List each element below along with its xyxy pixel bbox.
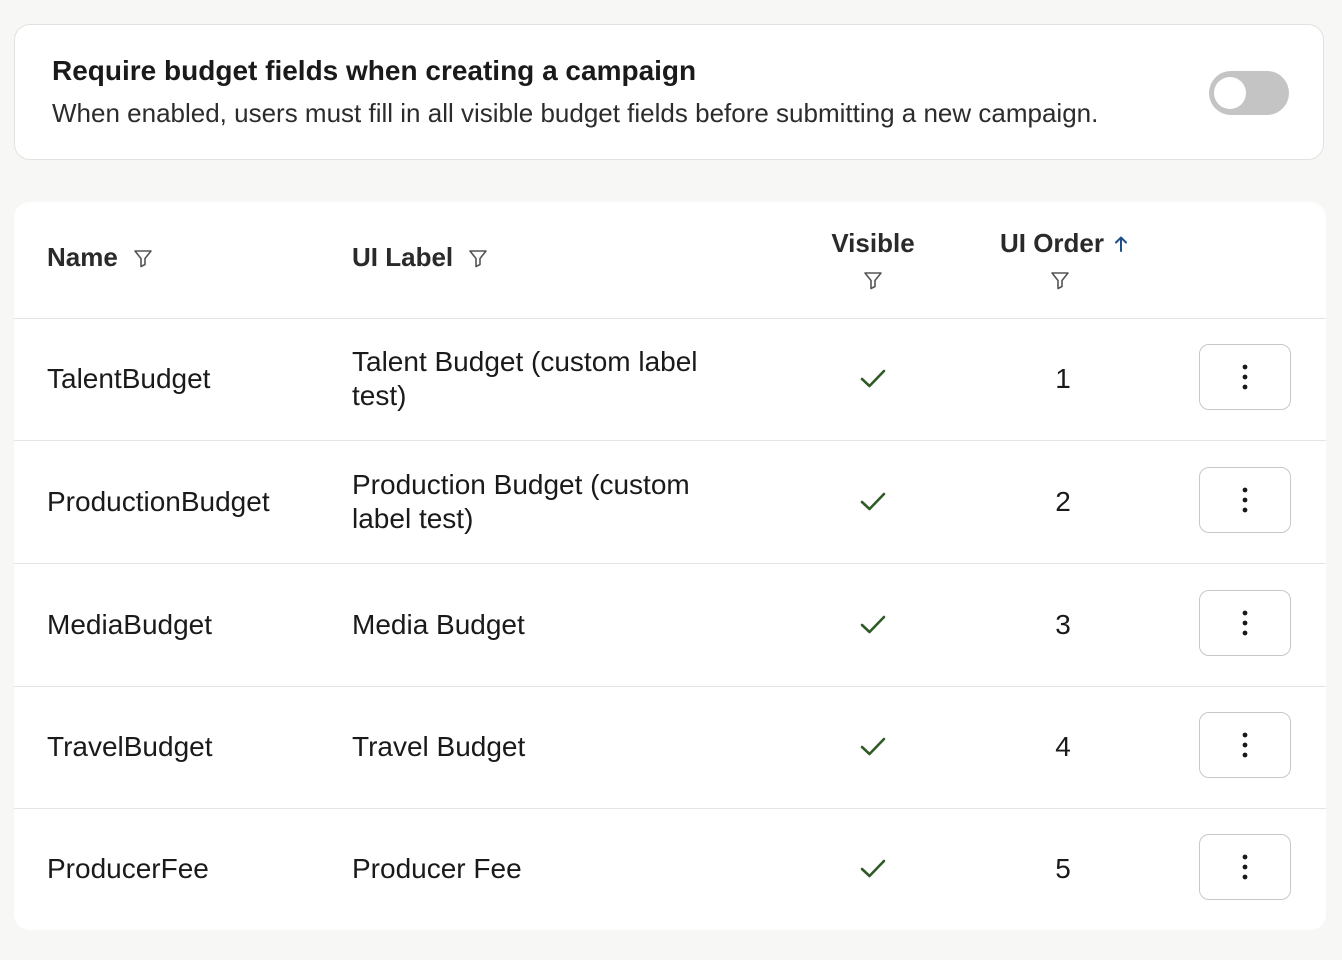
check-icon — [860, 737, 886, 756]
setting-title: Require budget fields when creating a ca… — [52, 55, 697, 86]
column-header-name-label: Name — [47, 242, 118, 272]
row-actions-button[interactable] — [1199, 344, 1291, 410]
more-vertical-icon — [1242, 732, 1248, 758]
field-ui-label: Talent Budget (custom label test) — [352, 346, 698, 411]
more-vertical-icon — [1242, 854, 1248, 880]
row-actions-button[interactable] — [1199, 834, 1291, 900]
filter-icon[interactable] — [467, 247, 489, 269]
field-ui-order: 2 — [1055, 486, 1071, 517]
filter-icon[interactable] — [862, 269, 884, 291]
field-ui-order: 5 — [1055, 853, 1071, 884]
column-header-name[interactable]: Name — [47, 242, 154, 273]
require-budget-setting-card: Require budget fields when creating a ca… — [14, 24, 1324, 160]
field-name: TravelBudget — [47, 731, 213, 762]
arrow-up-icon[interactable] — [1112, 234, 1130, 254]
setting-description: When enabled, users must fill in all vis… — [52, 98, 1099, 128]
column-header-visible-label: Visible — [831, 228, 915, 258]
check-icon — [860, 492, 886, 511]
require-budget-toggle[interactable] — [1209, 71, 1289, 115]
table-row: TalentBudget Talent Budget (custom label… — [14, 318, 1326, 441]
table-row: ProducerFee Producer Fee 5 — [14, 808, 1326, 930]
column-header-ui-order-title: UI Order — [1000, 228, 1130, 259]
column-header-ui-order-label: UI Order — [999, 228, 1105, 258]
field-name: MediaBudget — [47, 609, 213, 640]
column-header-visible[interactable]: Visible — [830, 228, 916, 291]
visible-cell — [856, 564, 890, 686]
budget-fields-table: Name UI Label Visible UI Order TalentBud… — [14, 202, 1326, 930]
field-ui-order: 1 — [1055, 363, 1071, 394]
more-vertical-icon — [1242, 364, 1248, 390]
visible-cell — [856, 686, 890, 808]
field-name: ProducerFee — [47, 853, 209, 884]
table-header: Name UI Label Visible UI Order — [14, 202, 1326, 319]
field-ui-order: 4 — [1055, 731, 1071, 762]
column-header-ui-label-label: UI Label — [352, 242, 454, 272]
filter-icon[interactable] — [132, 247, 154, 269]
row-actions-button[interactable] — [1199, 712, 1291, 778]
column-header-ui-label[interactable]: UI Label — [352, 242, 489, 273]
field-name: TalentBudget — [47, 363, 211, 394]
field-ui-label: Media Budget — [352, 609, 525, 640]
check-icon — [860, 369, 886, 388]
table-row: MediaBudget Media Budget 3 — [14, 564, 1326, 687]
visible-cell — [856, 808, 890, 930]
field-ui-order: 3 — [1055, 609, 1071, 640]
more-vertical-icon — [1242, 487, 1248, 513]
check-icon — [860, 859, 886, 878]
toggle-knob — [1214, 77, 1246, 109]
check-icon — [860, 615, 886, 634]
more-vertical-icon — [1242, 610, 1248, 636]
field-ui-label: Producer Fee — [352, 853, 522, 884]
field-ui-label: Travel Budget — [352, 731, 526, 762]
field-ui-label: Production Budget (custom label test) — [352, 469, 690, 534]
table-row: ProductionBudget Production Budget (cust… — [14, 441, 1326, 564]
row-actions-button[interactable] — [1199, 467, 1291, 533]
table-row: TravelBudget Travel Budget 4 — [14, 686, 1326, 809]
field-name: ProductionBudget — [47, 486, 270, 517]
visible-cell — [856, 441, 890, 563]
column-header-ui-order[interactable]: UI Order — [995, 228, 1135, 291]
filter-icon[interactable] — [1049, 269, 1071, 291]
visible-cell — [856, 318, 890, 440]
row-actions-button[interactable] — [1199, 590, 1291, 656]
